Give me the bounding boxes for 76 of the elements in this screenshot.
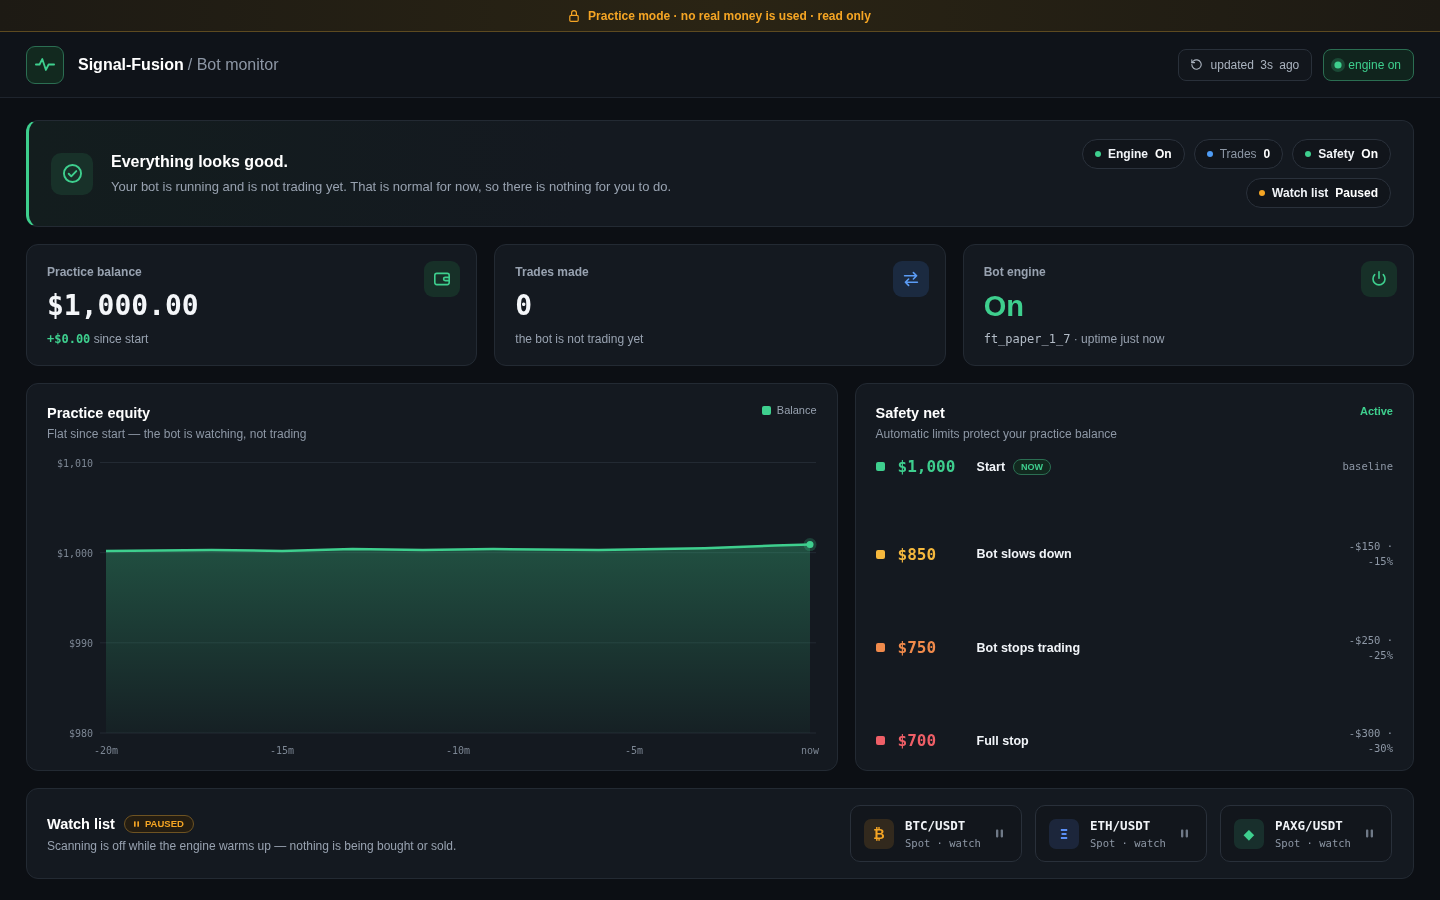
axis-label: $990: [68, 637, 93, 649]
chip-value: Paused: [1335, 186, 1378, 200]
legend-label: Balance: [776, 404, 817, 416]
swap-arrows-icon: [892, 261, 929, 297]
lock-icon: [569, 9, 580, 22]
chip-label: Trades: [1219, 147, 1257, 161]
pause-icon[interactable]: [1181, 829, 1188, 838]
stat-label: Bot engine: [983, 265, 1047, 280]
coin-symbol: ◆: [1243, 826, 1255, 841]
level-amount: $700: [897, 731, 938, 751]
axis-label: -5m: [624, 745, 644, 756]
pair-market: Spot · watch: [1090, 837, 1167, 849]
wallet-icon: [424, 261, 461, 297]
pair-market: Spot · watch: [1275, 837, 1352, 849]
pair-symbol: PAXG/USDT: [1275, 818, 1344, 833]
banner-text: Practice mode · no real money is used · read only: [588, 8, 871, 23]
stat-note: the bot is not trading yet: [515, 331, 644, 347]
stat-value: On: [983, 289, 1025, 323]
pair-symbol: BTC/USDT: [905, 818, 967, 833]
axis-label: now: [800, 745, 820, 756]
level-amount: $850: [897, 544, 938, 564]
engine-status-label: engine on: [1348, 57, 1401, 72]
breadcrumb-page: / Bot monitor: [187, 55, 279, 74]
chip-value: On: [1155, 147, 1172, 161]
refresh-icon: [1190, 59, 1202, 70]
status-dot-icon: [1331, 57, 1346, 72]
coin-symbol: ₿: [873, 826, 885, 841]
status-message: Your bot is running and is not trading yet. That is normal for now, so there is nothing for you to do.: [111, 179, 672, 194]
axis-label: $1,000: [56, 547, 93, 559]
stat-value: 0: [515, 289, 534, 323]
badge-label: PAUSED: [144, 818, 184, 829]
chip-label: Engine: [1108, 147, 1149, 161]
level-label: Full stop: [976, 734, 1029, 748]
level-amount: $750: [897, 638, 938, 658]
level-note: baseline: [1342, 459, 1393, 474]
axis-label: $1,010: [56, 457, 93, 469]
stat-note: ft_paper_1_7 · uptime just now: [983, 331, 1165, 347]
watch-list-description: Scanning is off while the engine warms up — nothing is being bought or sold.: [47, 838, 457, 853]
pair-market: Spot · watch: [905, 837, 982, 849]
level-label: Start: [976, 459, 1006, 474]
stat-label: Trades made: [515, 265, 590, 280]
current-point-marker: [803, 538, 817, 552]
power-icon: [1361, 261, 1397, 297]
chip-label: Watch list: [1272, 186, 1329, 200]
stat-value: $1,000.00: [47, 289, 199, 323]
level-note: -$150 · -15%: [1347, 539, 1393, 570]
level-note: -$300 · -30%: [1347, 726, 1393, 756]
level-amount: $1,000: [897, 457, 957, 476]
safety-status: Active: [1359, 404, 1393, 419]
axis-label: $980: [68, 728, 93, 739]
stat-label: Practice balance: [47, 265, 143, 280]
watch-list-title: Watch list: [47, 814, 115, 833]
pause-icon: [133, 820, 139, 827]
coin-symbol: Ξ: [1059, 826, 1069, 841]
axis-label: -20m: [93, 745, 119, 756]
refresh-button[interactable]: updated 3s ago: [1177, 48, 1313, 81]
level-note: -$250 · -25%: [1347, 632, 1393, 663]
pair-symbol: ETH/USDT: [1090, 818, 1152, 833]
current-level-tag: NOW: [1013, 458, 1052, 475]
level-label: Bot slows down: [976, 547, 1072, 562]
pulse-icon: [26, 45, 64, 84]
axis-label: -15m: [269, 745, 295, 756]
brand-name: Signal-Fusion: [78, 55, 184, 74]
pause-icon[interactable]: [1366, 829, 1373, 838]
chip-value: On: [1361, 147, 1378, 161]
axis-label: -10m: [445, 745, 471, 756]
level-label: Bot stops trading: [976, 640, 1081, 655]
safety-subtitle: Automatic limits protect your practice balance: [875, 426, 1117, 443]
chart-title: Practice equity: [47, 404, 152, 422]
chip-value: 0: [1263, 147, 1271, 161]
stat-note: +$0.00 since start: [47, 331, 150, 347]
status-title: Everything looks good.: [111, 153, 289, 171]
safety-title: Safety net: [875, 404, 946, 422]
pause-icon[interactable]: [996, 829, 1003, 838]
chip-label: Safety: [1318, 147, 1355, 161]
chart-subtitle: Flat since start — the bot is watching, not trading: [47, 426, 307, 443]
